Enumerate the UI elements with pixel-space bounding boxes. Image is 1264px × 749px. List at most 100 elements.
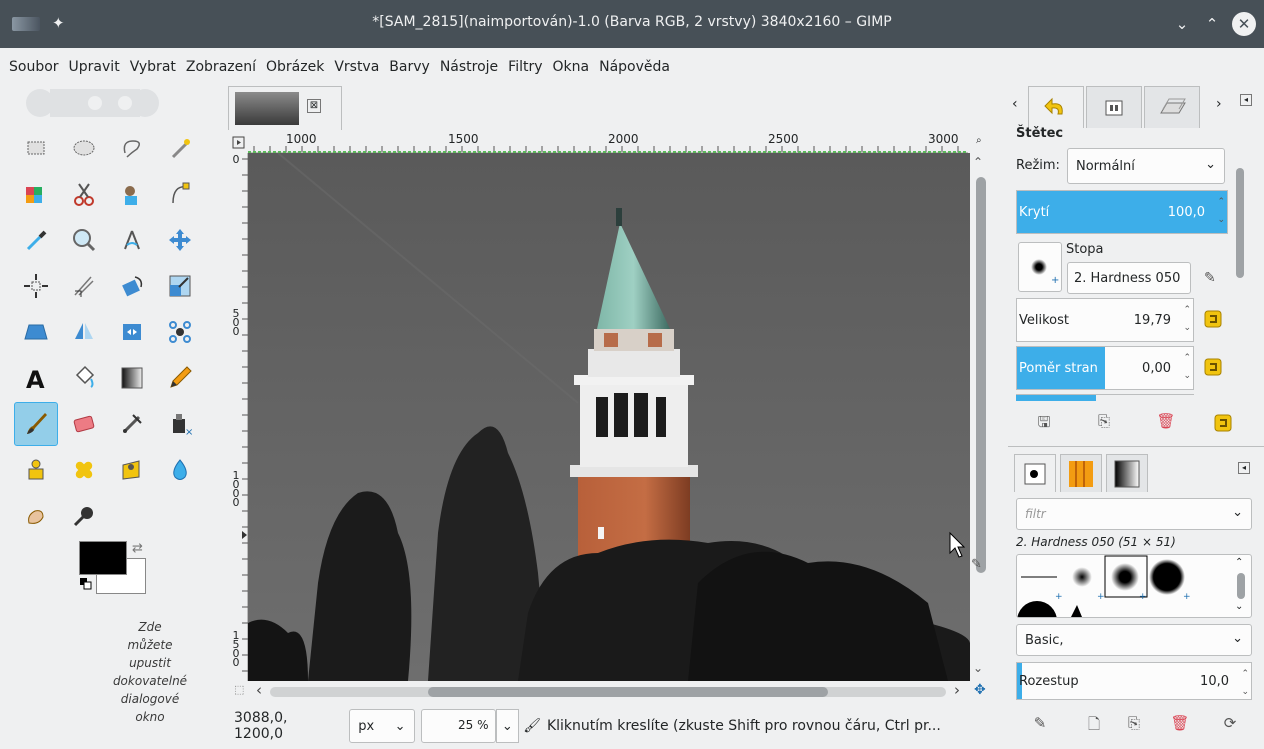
scroll-left-icon[interactable]: ‹ — [256, 681, 262, 699]
menu-vybrat[interactable]: Vybrat — [125, 59, 181, 75]
tabs-left-icon[interactable]: ‹ — [1012, 96, 1018, 112]
spacing-slider[interactable]: Rozestup 10,0 ⌃ ⌄ — [1016, 662, 1252, 700]
tab-patterns[interactable] — [1060, 454, 1102, 492]
vertical-scrollbar[interactable]: ⌃ ✎ ⌄ — [970, 153, 992, 681]
horizontal-ruler[interactable]: 1000 1500 2000 2500 3000 ⌕ — [248, 131, 982, 153]
mode-select[interactable]: Normální ⌄ — [1067, 148, 1225, 184]
menu-obrazek[interactable]: Obrázek — [261, 59, 329, 75]
scroll-up-icon[interactable]: ⌃ — [973, 155, 983, 169]
close-button[interactable]: ✕ — [1232, 12, 1256, 36]
menu-barvy[interactable]: Barvy — [384, 59, 435, 75]
horizontal-scroll-thumb[interactable] — [428, 687, 828, 697]
size-spinner-icon[interactable]: ⌃ ⌄ — [1183, 301, 1191, 337]
restore-options-icon[interactable]: ⎘ — [1092, 412, 1116, 436]
default-colors-icon[interactable] — [80, 578, 92, 590]
quick-mask-toggle-icon[interactable]: ⬚ — [234, 683, 244, 696]
tab-device-status[interactable] — [1086, 86, 1142, 128]
tool-pencil[interactable] — [158, 356, 202, 400]
tool-paths[interactable] — [158, 172, 202, 216]
swap-colors-icon[interactable]: ⇄ — [132, 541, 143, 556]
size-slider[interactable]: Velikost 19,79 ⌃ ⌄ — [1016, 298, 1194, 342]
close-tab-icon[interactable]: ⊠ — [307, 99, 321, 113]
tool-color-picker[interactable] — [14, 218, 58, 262]
navigate-move-icon[interactable]: ✥ — [974, 682, 986, 698]
tool-bucket-fill[interactable] — [62, 356, 106, 400]
tool-flip[interactable] — [62, 310, 106, 354]
tool-cage[interactable] — [158, 310, 202, 354]
tool-scale[interactable] — [158, 264, 202, 308]
vertical-scroll-thumb[interactable] — [976, 177, 986, 573]
brushes-menu-icon[interactable]: ◂ — [1238, 462, 1250, 474]
tab-layers[interactable] — [1144, 86, 1200, 128]
duplicate-brush-icon[interactable]: ⎘ — [1122, 714, 1146, 738]
dock-menu-icon[interactable]: ◂ — [1240, 94, 1252, 106]
tab-brushes[interactable] — [1014, 454, 1056, 492]
tool-ink[interactable]: × — [158, 402, 202, 446]
menu-soubor[interactable]: Soubor — [4, 59, 64, 75]
image-canvas[interactable] — [248, 153, 970, 681]
reset-size-icon[interactable] — [1202, 308, 1224, 330]
edit-brush-button-icon[interactable]: ✎ — [1028, 714, 1052, 738]
tool-gradient[interactable] — [110, 356, 154, 400]
tool-perspective[interactable] — [14, 310, 58, 354]
tool-paintbrush[interactable] — [14, 402, 58, 446]
brush-filter-input[interactable]: filtr ⌄ — [1016, 498, 1252, 530]
tool-heal[interactable] — [62, 448, 106, 492]
tool-measure[interactable] — [110, 218, 154, 262]
tool-move[interactable] — [158, 218, 202, 262]
scroll-right-icon[interactable]: › — [954, 681, 960, 699]
refresh-brushes-icon[interactable]: ⟳ — [1218, 714, 1242, 738]
tool-transform-3d[interactable] — [62, 264, 106, 308]
spacing-spinner-icon[interactable]: ⌃ ⌄ — [1241, 665, 1249, 701]
menu-upravit[interactable]: Upravit — [64, 59, 125, 75]
tool-rotate[interactable] — [110, 264, 154, 308]
tool-align[interactable] — [14, 264, 58, 308]
minimize-button[interactable]: ⌄ — [1170, 12, 1194, 36]
tool-fuzzy-select[interactable] — [158, 126, 202, 170]
tab-gradients[interactable] — [1106, 454, 1148, 492]
unit-select[interactable]: px ⌄ — [349, 709, 415, 743]
navigate-icon[interactable] — [230, 131, 248, 153]
menu-napoveda[interactable]: Nápověda — [594, 59, 675, 75]
zoom-dropdown-button[interactable]: ⌄ — [495, 709, 520, 743]
tool-color-select[interactable] — [14, 172, 58, 216]
tool-smudge[interactable] — [14, 494, 58, 538]
image-tab[interactable]: ⊠ — [228, 86, 342, 130]
aspect-ratio-slider[interactable]: Poměr stran 0,00 ⌃ ⌄ — [1016, 346, 1194, 390]
tab-tool-options[interactable] — [1028, 86, 1084, 128]
foreground-color-swatch[interactable] — [79, 541, 127, 575]
reset-options-icon[interactable] — [1212, 412, 1234, 434]
aspect-spinner-icon[interactable]: ⌃ ⌄ — [1183, 349, 1191, 385]
tool-airbrush[interactable] — [110, 402, 154, 446]
tool-rect-select[interactable] — [14, 126, 58, 170]
zoom-fit-icon[interactable]: ⌕ — [976, 135, 982, 146]
tool-perspective-clone[interactable] — [110, 448, 154, 492]
opacity-slider[interactable]: Krytí 100,0 ⌃ ⌄ — [1016, 190, 1228, 234]
scroll-down-icon[interactable]: ⌄ — [973, 661, 983, 675]
new-brush-icon[interactable]: 🗋 — [1082, 714, 1106, 738]
menu-vrstva[interactable]: Vrstva — [329, 59, 384, 75]
tool-clone[interactable] — [14, 448, 58, 492]
horizontal-scrollbar[interactable]: ⬚ ‹ › ✥ — [234, 681, 986, 703]
zoom-input[interactable]: 25 % — [420, 709, 496, 743]
tool-free-select[interactable] — [110, 126, 154, 170]
maximize-button[interactable]: ⌃ — [1200, 12, 1224, 36]
brush-grid-scrollbar[interactable]: ⌃ ⌄ — [1231, 555, 1251, 617]
tabs-right-icon[interactable]: › — [1216, 96, 1222, 112]
tool-foreground-select[interactable] — [110, 172, 154, 216]
menu-okna[interactable]: Okna — [548, 59, 595, 75]
menu-filtry[interactable]: Filtry — [503, 59, 547, 75]
tool-options-scrollbar[interactable] — [1234, 150, 1246, 390]
tool-ellipse-select[interactable] — [62, 126, 106, 170]
tool-dodge-burn[interactable] — [62, 494, 106, 538]
quick-mask-icon[interactable]: ✎ — [971, 557, 982, 572]
brush-preview-button[interactable]: + — [1018, 242, 1062, 292]
menu-nastroje[interactable]: Nástroje — [435, 59, 503, 75]
tool-zoom[interactable] — [62, 218, 106, 262]
tool-blur[interactable] — [158, 448, 202, 492]
brush-tag-select[interactable]: Basic, ⌄ — [1016, 624, 1252, 656]
tool-unified-transform[interactable] — [110, 310, 154, 354]
reset-aspect-icon[interactable] — [1202, 356, 1224, 378]
edit-brush-icon[interactable]: ✎ — [1204, 270, 1216, 286]
vertical-ruler[interactable]: 0 500 1000 1500 — [230, 153, 248, 681]
